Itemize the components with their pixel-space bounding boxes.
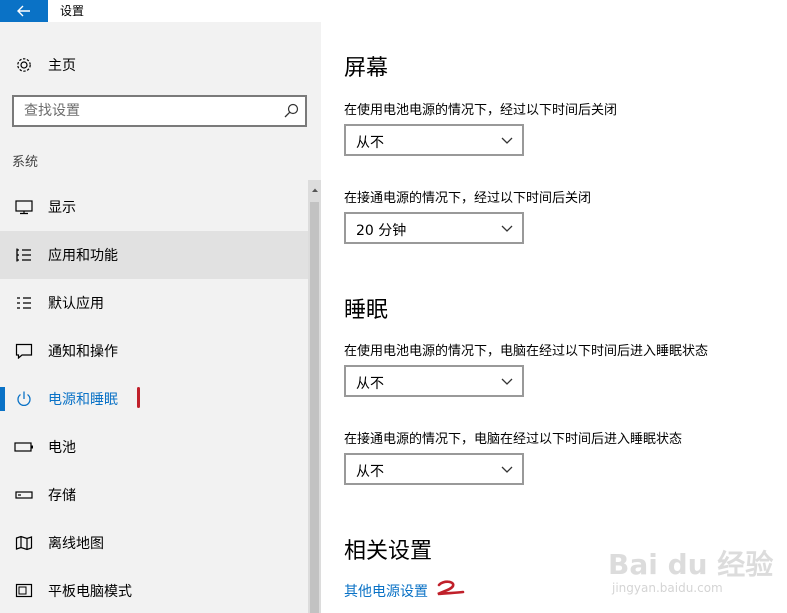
sidebar-item-tablet-mode[interactable]: 平板电脑模式 xyxy=(0,567,308,613)
dropdown-value: 20 分钟 xyxy=(356,223,407,239)
search-icon[interactable] xyxy=(283,103,299,119)
window-title: 设置 xyxy=(60,4,85,18)
section-heading-related: 相关设置 xyxy=(344,539,433,564)
screen-battery-caption: 在使用电池电源的情况下，经过以下时间后关闭 xyxy=(344,103,618,118)
sidebar-item-label: 通知和操作 xyxy=(48,344,118,360)
sleep-battery-dropdown[interactable]: 从不 xyxy=(344,365,524,397)
sleep-plugged-dropdown[interactable]: 从不 xyxy=(344,453,524,485)
sidebar-nav: 显示 应用和功能 默认应用 通知和操作 电源和睡眠 电池 存储 离线地图 平板电… xyxy=(0,183,308,613)
battery-icon xyxy=(14,442,33,452)
dropdown-value: 从不 xyxy=(356,464,384,480)
sidebar-item-label: 默认应用 xyxy=(48,296,104,312)
main-content: 屏幕 在使用电池电源的情况下，经过以下时间后关闭 从不 在接通电源的情况下，经过… xyxy=(321,22,787,613)
map-icon xyxy=(15,535,33,551)
sidebar-item-notifications[interactable]: 通知和操作 xyxy=(0,327,308,375)
chevron-down-icon xyxy=(501,137,513,144)
display-icon xyxy=(15,200,33,215)
chevron-down-icon xyxy=(501,378,513,385)
sidebar-item-power-sleep[interactable]: 电源和睡眠 xyxy=(0,375,308,423)
sidebar-item-battery[interactable]: 电池 xyxy=(0,423,308,471)
sidebar-scrollbar[interactable] xyxy=(308,180,321,613)
dropdown-value: 从不 xyxy=(356,135,384,151)
sidebar-item-label: 平板电脑模式 xyxy=(48,584,132,600)
sidebar-item-label: 电池 xyxy=(48,440,76,456)
sidebar-item-default-apps[interactable]: 默认应用 xyxy=(0,279,308,327)
annotation-mark xyxy=(137,387,140,408)
selection-indicator xyxy=(0,387,5,411)
title-bar: 设置 xyxy=(0,0,787,22)
chevron-down-icon xyxy=(501,466,513,473)
screen-plugged-caption: 在接通电源的情况下，经过以下时间后关闭 xyxy=(344,191,592,206)
screen-plugged-dropdown[interactable]: 20 分钟 xyxy=(344,212,524,244)
sleep-plugged-caption: 在接通电源的情况下，电脑在经过以下时间后进入睡眠状态 xyxy=(344,432,683,447)
gear-icon xyxy=(17,58,31,72)
sidebar-item-label: 电源和睡眠 xyxy=(48,392,118,408)
sidebar-item-display[interactable]: 显示 xyxy=(0,183,308,231)
sidebar-home-label: 主页 xyxy=(48,58,76,74)
apps-list-icon xyxy=(16,248,31,262)
screen-battery-dropdown[interactable]: 从不 xyxy=(344,124,524,156)
notification-icon xyxy=(15,343,33,359)
storage-icon xyxy=(15,491,33,499)
sidebar-item-label: 应用和功能 xyxy=(48,248,118,264)
watermark-url: jingyan.baidu.com xyxy=(612,581,723,595)
sidebar-item-label: 离线地图 xyxy=(48,536,104,552)
search-input[interactable] xyxy=(14,97,274,125)
scroll-up-arrow[interactable] xyxy=(310,183,319,197)
default-apps-icon xyxy=(17,297,31,309)
tablet-icon xyxy=(15,583,33,598)
back-arrow-icon xyxy=(17,5,30,17)
section-heading-sleep: 睡眠 xyxy=(344,298,389,323)
sidebar-item-apps[interactable]: 应用和功能 xyxy=(0,231,308,279)
dropdown-value: 从不 xyxy=(356,376,384,392)
sidebar-item-offline-maps[interactable]: 离线地图 xyxy=(0,519,308,567)
sidebar: 主页 系统 显示 应用和功能 xyxy=(0,22,321,613)
sidebar-item-label: 显示 xyxy=(48,200,76,216)
sidebar-item-label: 存储 xyxy=(48,488,76,504)
sleep-battery-caption: 在使用电池电源的情况下，电脑在经过以下时间后进入睡眠状态 xyxy=(344,344,709,359)
chevron-down-icon xyxy=(501,225,513,232)
chevron-up-icon xyxy=(311,188,318,192)
power-icon xyxy=(17,391,31,406)
sidebar-home[interactable]: 主页 xyxy=(0,50,308,78)
section-heading-screen: 屏幕 xyxy=(344,56,389,81)
back-button[interactable] xyxy=(0,0,48,22)
search-box[interactable] xyxy=(12,95,307,127)
additional-power-settings-link[interactable]: 其他电源设置 xyxy=(344,581,428,601)
sidebar-item-storage[interactable]: 存储 xyxy=(0,471,308,519)
watermark-text: Bai du 经验 xyxy=(608,548,774,581)
section-label: 系统 xyxy=(12,155,39,170)
baidu-watermark: Bai du 经验 jingyan.baidu.com xyxy=(600,537,780,607)
scroll-thumb[interactable] xyxy=(310,202,319,613)
annotation-mark xyxy=(437,580,465,596)
